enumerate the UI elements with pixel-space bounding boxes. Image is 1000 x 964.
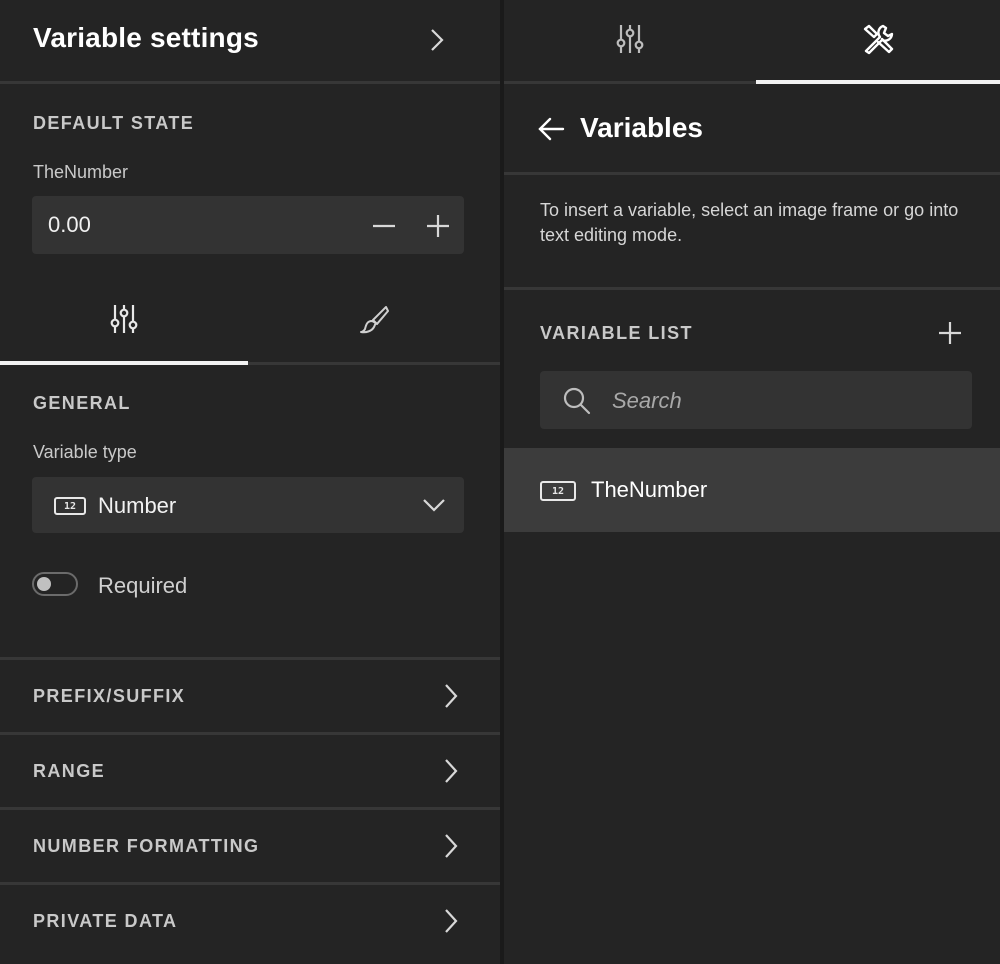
accordion-number-formatting[interactable]: NUMBER FORMATTING — [0, 810, 500, 882]
accordion-range[interactable]: RANGE — [0, 735, 500, 807]
collapse-panel-button[interactable] — [424, 26, 450, 54]
plus-icon — [939, 322, 961, 344]
accordion-label: NUMBER FORMATTING — [33, 836, 260, 856]
tab-general-settings[interactable] — [0, 288, 248, 350]
increment-button[interactable] — [422, 213, 454, 239]
divider — [504, 287, 1000, 290]
chevron-right-icon — [431, 29, 444, 51]
accordion-label: PREFIX/SUFFIX — [33, 686, 186, 706]
accordion-label: PRIVATE DATA — [33, 911, 178, 931]
search-input[interactable] — [610, 371, 954, 431]
number-type-icon: 12 — [54, 497, 86, 515]
search-icon — [563, 387, 591, 415]
decrement-button[interactable] — [368, 213, 400, 239]
chevron-right-icon — [445, 834, 458, 858]
variable-list-item[interactable]: 12 TheNumber — [504, 448, 1000, 532]
tools-icon — [863, 24, 894, 55]
default-value-field[interactable]: 0.00 — [48, 212, 91, 238]
divider — [504, 172, 1000, 175]
tab-settings[interactable] — [504, 0, 756, 78]
toggle-knob — [37, 577, 51, 591]
variable-type-value: Number — [98, 493, 177, 518]
default-value-stepper[interactable]: 0.00 — [32, 196, 464, 254]
plus-icon — [427, 215, 449, 237]
variable-type-select[interactable]: 12 Number — [32, 477, 464, 533]
tab-tools[interactable] — [756, 0, 1000, 78]
add-variable-button[interactable] — [934, 318, 966, 348]
insert-variable-hint: To insert a variable, select an image fr… — [540, 200, 959, 245]
chevron-right-icon — [445, 684, 458, 708]
chevron-down-icon — [423, 499, 445, 512]
variable-list-heading: VARIABLE LIST — [540, 323, 693, 343]
general-heading: GENERAL — [33, 393, 131, 413]
panel-title: Variable settings — [33, 22, 259, 53]
tab-appearance[interactable] — [248, 288, 500, 350]
number-type-icon: 12 — [540, 481, 576, 501]
divider — [0, 81, 500, 84]
chevron-right-icon — [445, 759, 458, 783]
default-state-heading: DEFAULT STATE — [33, 113, 195, 133]
sliders-icon — [110, 305, 138, 333]
accordion-prefix-suffix[interactable]: PREFIX/SUFFIX — [0, 660, 500, 732]
accordion-label: RANGE — [33, 761, 106, 781]
back-button[interactable] — [534, 114, 568, 144]
active-tab-indicator — [756, 80, 1000, 84]
accordion-private-data[interactable]: PRIVATE DATA — [0, 885, 500, 957]
required-label: Required — [98, 573, 188, 598]
default-state-variable-name: TheNumber — [33, 162, 129, 182]
arrow-left-icon — [538, 117, 565, 141]
variable-name: TheNumber — [591, 477, 708, 502]
active-tab-indicator — [0, 361, 248, 365]
variables-panel: Variables To insert a variable, select a… — [504, 0, 1000, 964]
variable-settings-panel: Variable settings DEFAULT STATE TheNumbe… — [0, 0, 500, 964]
chevron-right-icon — [445, 909, 458, 933]
brush-icon — [360, 306, 389, 334]
variable-type-label: Variable type — [33, 442, 137, 462]
minus-icon — [373, 224, 395, 228]
sliders-icon — [616, 25, 644, 53]
page-title: Variables — [580, 112, 703, 143]
search-box — [540, 371, 972, 431]
required-toggle[interactable] — [32, 572, 78, 596]
